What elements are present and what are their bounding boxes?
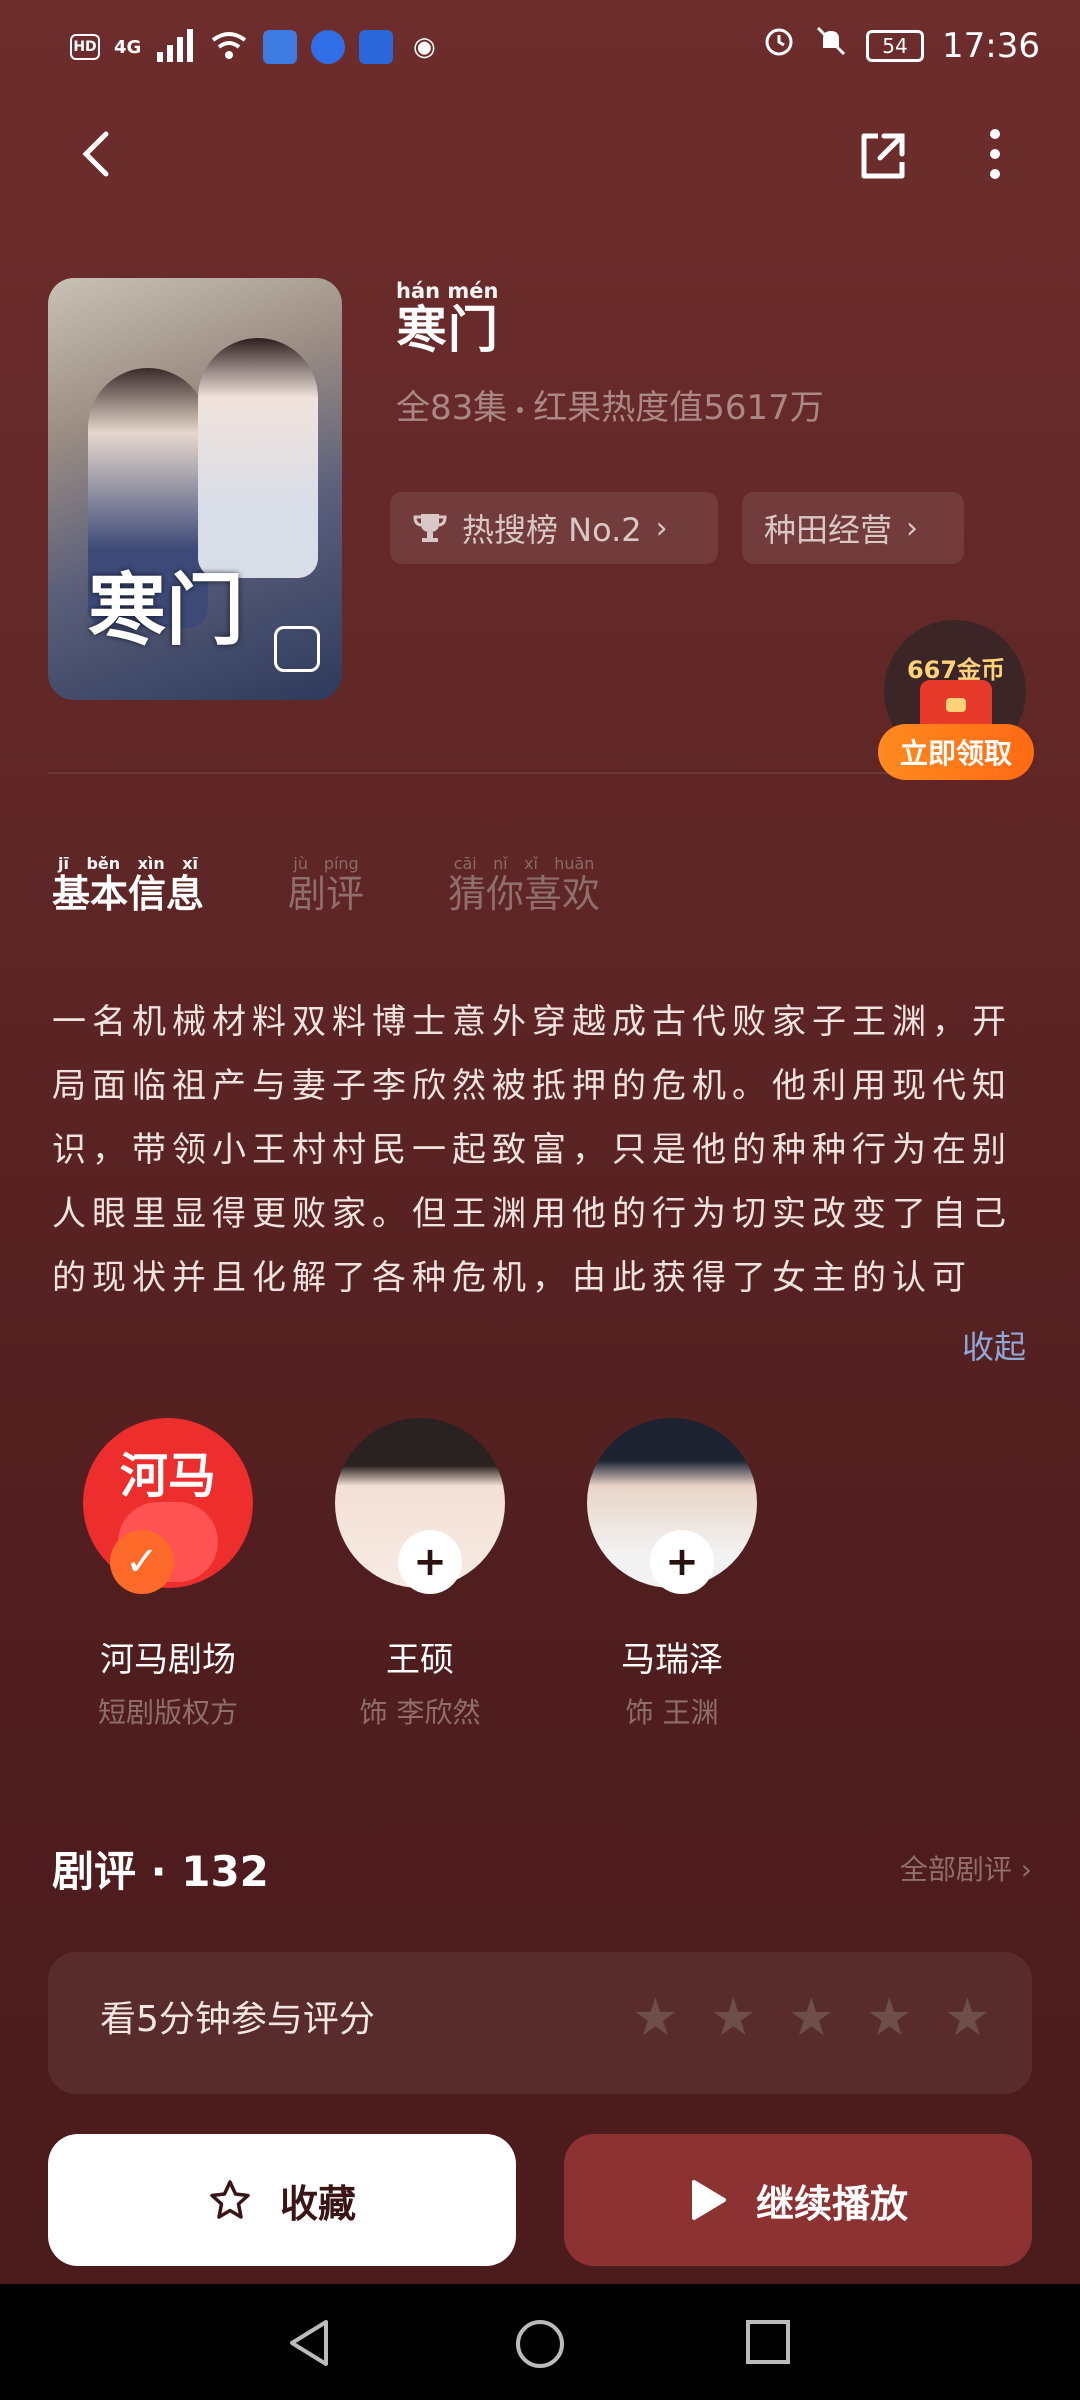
tab-recommendations-label: 猜你喜欢 <box>448 872 601 916</box>
tab-reviews[interactable]: 剧评jù píng <box>288 854 365 918</box>
system-back-button[interactable] <box>286 2318 334 2372</box>
browser-notification-icon <box>311 30 346 64</box>
app-notification-icon <box>263 30 298 64</box>
review-header: 剧评 · 132 全部剧评 › <box>52 1838 1032 1908</box>
rank-chip-label: 热搜榜 No.2 <box>462 511 642 549</box>
collapse-button[interactable]: 收起 <box>962 1322 1026 1368</box>
show-poster[interactable]: 寒门 <box>48 278 342 700</box>
clock: 17:36 <box>942 25 1040 66</box>
follow-plus-icon[interactable]: + <box>650 1530 714 1594</box>
continue-play-label: 继续播放 <box>755 2181 908 2226</box>
studio-logo: 河马 <box>119 1448 216 1504</box>
network-label: 4G <box>114 36 142 58</box>
signal-icon <box>155 28 195 66</box>
genre-chip-label: 种田经营 <box>764 511 893 549</box>
chevron-left-icon <box>82 131 109 177</box>
coin-reward-widget[interactable]: 667金币 立即领取 <box>878 620 1038 780</box>
star-outline-icon <box>210 2180 250 2219</box>
rating-card: 看5分钟参与评分 ★ ★ ★ ★ ★ <box>48 1952 1032 2094</box>
tab-recommendations[interactable]: 猜你喜欢cāi nǐ xǐ huān <box>448 854 601 918</box>
cast-name: 马瑞泽 <box>621 1640 723 1680</box>
play-icon <box>691 2180 726 2220</box>
baidu-notification-icon <box>359 30 394 64</box>
rating-prompt: 看5分钟参与评分 <box>100 1999 375 2040</box>
cast-list: 河马 ✓ 河马剧场 短剧版权方 + 王硕 饰 李欣然 + 马瑞泽 饰 王渊 <box>58 1418 1038 1758</box>
chevron-right-icon: › <box>655 510 668 546</box>
poster-figure-female <box>198 338 318 578</box>
circle-home-icon <box>516 2320 564 2368</box>
tab-basic-info[interactable]: 基本信息jī běn xìn xī <box>52 854 205 918</box>
star-icon[interactable]: ★ <box>788 1992 836 2044</box>
system-recents-button[interactable] <box>744 2318 792 2370</box>
review-title: 剧评 · 132 <box>52 1838 269 1899</box>
collect-button[interactable]: 收藏 <box>48 2134 516 2266</box>
heat-value: 红果热度值5617万 <box>533 388 824 428</box>
chevron-right-icon: › <box>906 510 919 546</box>
episode-count: 全83集 <box>396 388 508 428</box>
system-nav-bar <box>0 2284 1080 2400</box>
tab-reviews-pinyin: jù píng <box>288 854 365 873</box>
collect-label: 收藏 <box>279 2181 356 2226</box>
detail-tabs: 基本信息jī běn xìn xī 剧评jù píng 猜你喜欢cāi nǐ x… <box>52 854 601 918</box>
share-button[interactable] <box>854 128 910 184</box>
star-icon[interactable]: ★ <box>632 1992 680 2044</box>
poster-title-art: 寒门 <box>88 565 245 656</box>
cast-role: 饰 王渊 <box>625 1696 719 1729</box>
cast-item-actor-2[interactable]: + 马瑞泽 饰 王渊 <box>562 1418 782 1731</box>
show-title: 寒门hán mén <box>396 279 499 362</box>
show-title-pinyin: hán mén <box>396 279 499 303</box>
section-divider <box>48 772 898 774</box>
chevron-right-icon: › <box>1020 1853 1032 1886</box>
share-icon <box>861 133 905 179</box>
synopsis-text: 一名机械材料双料博士意外穿越成古代败家子王渊，开局面临祖产与妻子李欣然被抵押的危… <box>52 1002 1012 1298</box>
review-separator: · <box>136 1847 182 1896</box>
all-reviews-link[interactable]: 全部剧评 › <box>900 1848 1032 1888</box>
meta-separator <box>517 406 524 413</box>
wifi-icon <box>209 28 249 66</box>
followed-check-icon[interactable]: ✓ <box>110 1530 174 1594</box>
review-title-label: 剧评 <box>52 1847 137 1896</box>
square-recents-icon <box>746 2320 790 2364</box>
all-reviews-label: 全部剧评 <box>899 1853 1012 1886</box>
genre-chip[interactable]: 种田经营 › <box>742 492 964 564</box>
rank-chip[interactable]: 热搜榜 No.2 › <box>390 492 718 564</box>
tab-recommendations-pinyin: cāi nǐ xǐ huān <box>448 854 601 873</box>
status-icons-right: 54 17:36 <box>762 24 1040 67</box>
cast-role: 饰 李欣然 <box>359 1696 481 1729</box>
bottom-action-bar: 收藏 继续播放 <box>0 2130 1080 2284</box>
cast-item-actor-1[interactable]: + 王硕 饰 李欣然 <box>310 1418 530 1731</box>
review-count: 132 <box>181 1847 269 1896</box>
hd-icon: HD <box>70 34 100 60</box>
star-icon[interactable]: ★ <box>710 1992 758 2044</box>
star-icon[interactable]: ★ <box>866 1992 914 2044</box>
cast-name: 河马剧场 <box>100 1640 236 1680</box>
triangle-back-icon <box>290 2320 328 2366</box>
status-bar: HD 4G ◉ 54 17:36 <box>0 0 1080 100</box>
alarm-icon <box>762 24 796 67</box>
tab-basic-info-label: 基本信息 <box>52 872 205 916</box>
rating-stars: ★ ★ ★ ★ ★ <box>632 1992 992 2044</box>
picture-icon <box>274 626 320 672</box>
more-vertical-icon <box>990 129 1000 179</box>
top-nav <box>0 110 1080 200</box>
status-icons-left: HD 4G ◉ <box>70 28 441 66</box>
cast-role: 短剧版权方 <box>97 1696 238 1729</box>
show-meta: 全83集 红果热度值5617万 <box>396 380 824 429</box>
continue-play-button[interactable]: 继续播放 <box>564 2134 1032 2266</box>
more-button[interactable] <box>980 124 1010 184</box>
tab-reviews-label: 剧评 <box>288 872 365 916</box>
star-icon[interactable]: ★ <box>944 1992 992 2044</box>
claim-coin-button[interactable]: 立即领取 <box>878 724 1034 780</box>
wechat-notification-icon: ◉ <box>412 32 436 62</box>
cast-item-studio[interactable]: 河马 ✓ 河马剧场 短剧版权方 <box>58 1418 278 1731</box>
mute-icon <box>814 24 848 67</box>
back-button[interactable] <box>72 128 124 180</box>
show-title-text: 寒门 <box>396 301 499 359</box>
trophy-icon <box>413 514 447 542</box>
system-home-button[interactable] <box>514 2318 566 2374</box>
cast-name: 王硕 <box>386 1640 454 1680</box>
follow-plus-icon[interactable]: + <box>398 1530 462 1594</box>
tab-basic-info-pinyin: jī běn xìn xī <box>52 854 204 873</box>
battery-indicator: 54 <box>866 29 925 62</box>
